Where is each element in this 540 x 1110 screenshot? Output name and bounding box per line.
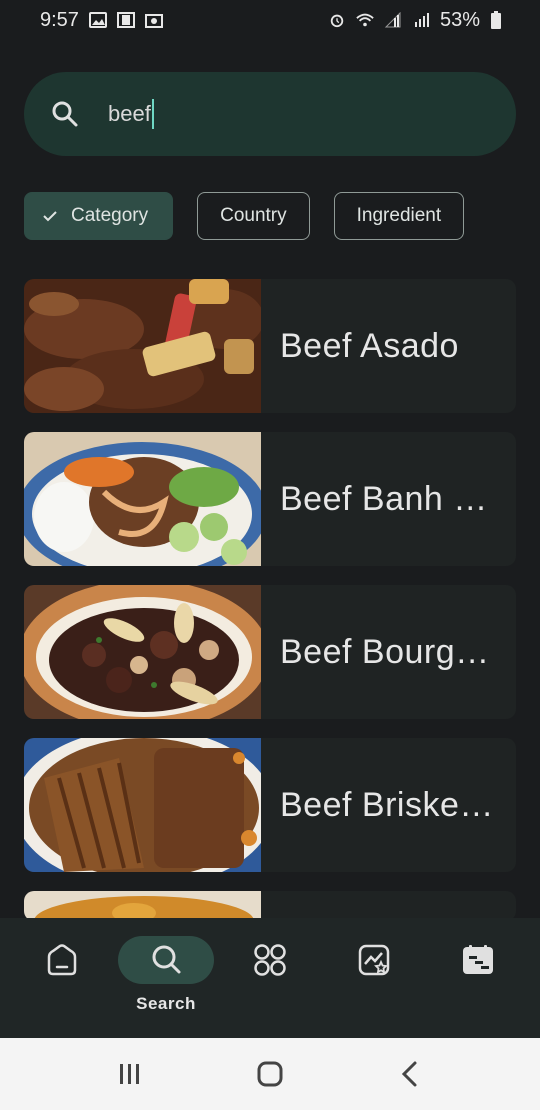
home-icon (47, 944, 77, 976)
chip-ingredient[interactable]: Ingredient (333, 192, 465, 240)
status-left: 9:57 (40, 9, 163, 32)
home-button-icon[interactable] (255, 1059, 285, 1089)
meal-thumbnail (24, 891, 261, 921)
result-title: Beef Banh … (280, 479, 488, 518)
planner-icon (463, 945, 493, 974)
nav-planner[interactable] (428, 936, 528, 984)
alarm-icon (330, 14, 344, 28)
status-time: 9:57 (40, 8, 79, 31)
meal-thumbnail (24, 738, 261, 872)
nav-favorites[interactable] (324, 936, 424, 984)
results-list: Beef Asado Beef Banh … Beef Bourg… Beef … (24, 279, 516, 940)
chip-category[interactable]: Category (24, 192, 174, 240)
search-query: beef (108, 101, 151, 126)
meal-thumbnail (24, 279, 261, 413)
nav-pill (222, 936, 318, 984)
image-icon (88, 12, 107, 28)
chip-label: Country (220, 205, 287, 226)
meal-thumbnail (24, 585, 261, 719)
result-card[interactable]: Beef Briske… (24, 738, 516, 872)
result-card[interactable]: Beef Asado (24, 279, 516, 413)
search-input[interactable]: beef (108, 99, 154, 129)
status-right: 53% (328, 9, 502, 32)
result-title: Beef Bourg… (280, 632, 490, 671)
chip-label: Category (71, 205, 149, 226)
bottom-navigation: Search (0, 918, 540, 1038)
nav-home[interactable] (12, 936, 112, 984)
result-card[interactable]: Beef Banh … (24, 432, 516, 566)
nav-pill (430, 936, 526, 984)
nav-pill (14, 936, 110, 984)
battery-icon (491, 11, 501, 29)
nav-label: Search (136, 994, 196, 1013)
gallery-icon (144, 14, 163, 28)
battery-percent: 53% (439, 8, 480, 31)
favorites-icon (358, 944, 390, 976)
wifi-icon (356, 13, 374, 27)
check-icon (43, 211, 57, 222)
recent-apps-icon[interactable] (115, 1059, 145, 1089)
signal-icon (414, 13, 429, 27)
status-bar: 9:57 53% (0, 0, 540, 40)
search-icon[interactable] (50, 99, 80, 129)
back-icon[interactable] (395, 1059, 425, 1089)
meal-thumbnail (24, 432, 261, 566)
nav-categories[interactable] (220, 936, 320, 984)
system-navigation (0, 1038, 540, 1110)
result-title: Beef Asado (280, 326, 459, 365)
filter-chips: Category Country Ingredient (24, 192, 465, 240)
result-card[interactable] (24, 891, 516, 921)
chip-label: Ingredient (356, 205, 442, 226)
nav-pill (118, 936, 214, 984)
film-icon (116, 12, 135, 28)
signal-icon (384, 12, 401, 28)
result-card[interactable]: Beef Bourg… (24, 585, 516, 719)
nav-pill (326, 936, 422, 984)
nav-search[interactable]: Search (116, 936, 216, 1014)
search-icon (152, 945, 181, 974)
result-title: Beef Briske… (280, 785, 494, 824)
chip-country[interactable]: Country (197, 192, 310, 240)
search-bar[interactable]: beef (24, 72, 516, 156)
categories-icon (254, 944, 286, 976)
text-caret (151, 99, 154, 129)
